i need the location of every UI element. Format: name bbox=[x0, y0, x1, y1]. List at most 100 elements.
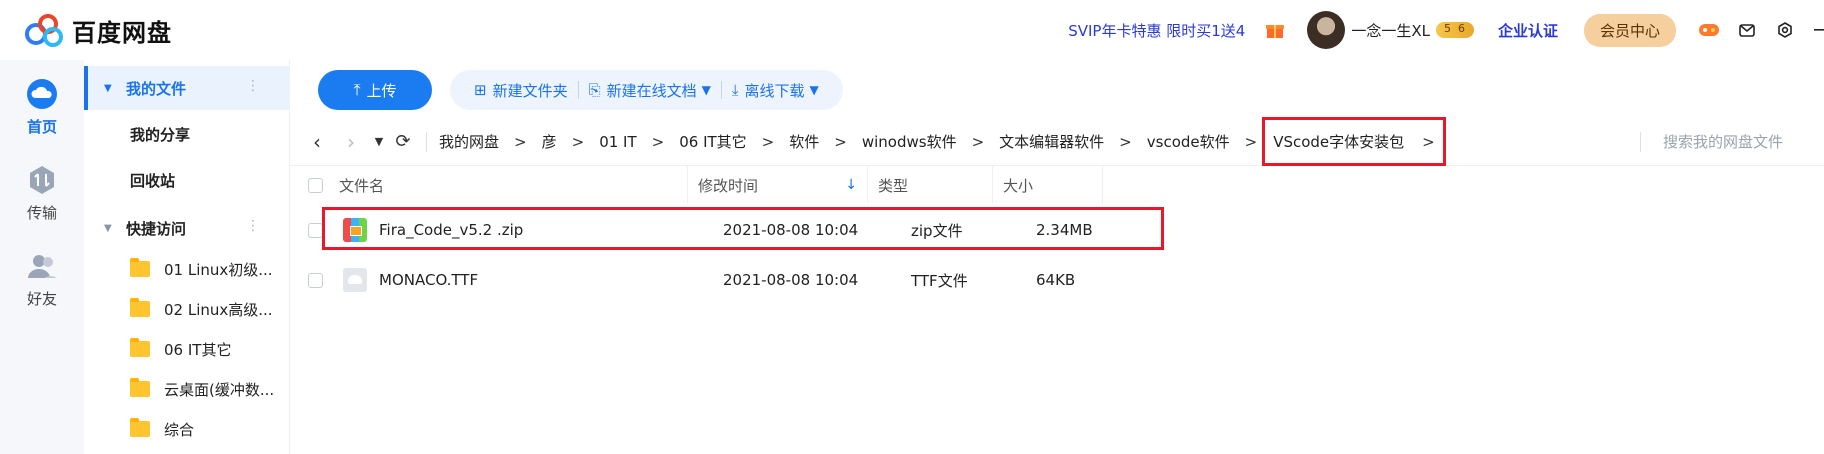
sidebar-folder[interactable]: 综合 bbox=[84, 409, 290, 449]
baidu-netdisk-logo-icon bbox=[25, 14, 63, 47]
row-checkbox[interactable] bbox=[308, 272, 323, 288]
new-online-doc-button[interactable]: ⎘ 新建在线文档 ▼ bbox=[579, 80, 721, 101]
breadcrumb-separator: > bbox=[651, 132, 665, 151]
settings-icon[interactable] bbox=[1774, 19, 1796, 41]
download-icon: ⤓ bbox=[731, 81, 739, 99]
file-name[interactable]: Fira_Code_v5.2 .zip bbox=[379, 221, 723, 239]
sidebar-folder[interactable]: 02 Linux高级... bbox=[84, 289, 290, 329]
more-icon[interactable] bbox=[1812, 19, 1824, 41]
table-row[interactable]: Fira_Code_v5.2 .zip 2021-08-08 10:04 zip… bbox=[290, 205, 1824, 255]
sidebar-item-quick-access[interactable]: ▼ 快捷访问 ⋮ bbox=[84, 206, 290, 250]
history-dropdown-icon[interactable]: ▼ bbox=[368, 135, 390, 148]
breadcrumb-item[interactable]: 文本编辑器软件 bbox=[999, 131, 1104, 152]
search-input[interactable]: 搜索我的网盘文件 bbox=[1640, 132, 1783, 152]
back-icon[interactable]: ‹ bbox=[300, 130, 334, 154]
nav-friends[interactable]: 好友 bbox=[0, 250, 84, 309]
sidebar-item-label: 回收站 bbox=[130, 171, 176, 190]
sidebar-folder[interactable]: 云桌面(缓冲数... bbox=[84, 369, 290, 409]
header-actions: SVIP年卡特惠 限时买1送4 一念一生XL 企业认证 会员中心 bbox=[1068, 0, 1824, 60]
sidebar-folder-label: 02 Linux高级... bbox=[164, 300, 273, 319]
game-icon[interactable] bbox=[1698, 19, 1720, 41]
sidebar-folder-label: 06 IT其它 bbox=[164, 340, 232, 359]
column-name-label: 文件名 bbox=[339, 176, 385, 195]
breadcrumb-separator: > bbox=[761, 132, 775, 151]
sidebar-item-recycle[interactable]: 回收站 bbox=[84, 158, 290, 202]
cloud-icon bbox=[27, 79, 57, 109]
breadcrumb-current: VScode字体安装包 bbox=[1273, 133, 1405, 151]
sidebar-item-my-share[interactable]: 我的分享 bbox=[84, 112, 290, 156]
breadcrumb-item[interactable]: 我的网盘 bbox=[439, 131, 499, 152]
breadcrumb: 我的网盘 > 彦 > 01 IT > 06 IT其它 > 软件 > winodws软件 > … bbox=[439, 117, 1446, 166]
file-table-header: 文件名 修改时间 ↓ 类型 大小 bbox=[290, 166, 1824, 204]
sidebar-item-label: 快捷访问 bbox=[126, 219, 187, 238]
app-logo[interactable]: 百度网盘 bbox=[22, 12, 172, 48]
font-file-icon bbox=[343, 268, 367, 292]
caret-down-icon[interactable]: ▼ bbox=[104, 83, 118, 94]
nav-home[interactable]: 首页 bbox=[0, 78, 84, 137]
sidebar-folder[interactable]: 01 Linux初级... bbox=[84, 249, 290, 289]
column-size[interactable]: 大小 bbox=[993, 166, 1103, 204]
sidebar-folder-label: 综合 bbox=[164, 420, 195, 439]
refresh-icon[interactable]: ⟳ bbox=[390, 131, 416, 152]
file-type: zip文件 bbox=[911, 221, 963, 240]
offline-download-label: 离线下载 bbox=[744, 81, 805, 100]
table-row[interactable]: MONACO.TTF 2021-08-08 10:04 TTF文件 64KB bbox=[290, 255, 1824, 305]
sidebar-item-label: 我的分享 bbox=[130, 125, 191, 144]
vip-level-badge bbox=[1435, 22, 1474, 38]
forward-icon[interactable]: › bbox=[334, 130, 368, 154]
avatar[interactable] bbox=[1307, 11, 1346, 49]
upload-button[interactable]: ⤒ 上传 bbox=[318, 70, 432, 110]
new-folder-button[interactable]: ⊞ 新建文件夹 bbox=[464, 80, 578, 101]
toolbar-actions: ⊞ 新建文件夹 ⎘ 新建在线文档 ▼ ⤓ 离线下载 ▼ bbox=[450, 70, 843, 110]
column-modified[interactable]: 修改时间 ↓ bbox=[688, 166, 868, 204]
sidebar-item-my-files[interactable]: ▼ 我的文件 ⋮ bbox=[84, 66, 290, 110]
column-modified-label: 修改时间 bbox=[698, 176, 759, 195]
svip-promo-link[interactable]: SVIP年卡特惠 限时买1送4 bbox=[1068, 20, 1245, 41]
sidebar-item-label: 我的文件 bbox=[126, 79, 187, 98]
file-name[interactable]: MONACO.TTF bbox=[379, 271, 723, 289]
file-size: 64KB bbox=[1036, 271, 1076, 289]
username[interactable]: 一念一生XL bbox=[1351, 20, 1430, 41]
breadcrumb-separator: > bbox=[571, 132, 585, 151]
mail-icon[interactable] bbox=[1736, 19, 1758, 41]
sort-desc-icon[interactable]: ↓ bbox=[845, 177, 857, 193]
sidebar-folder[interactable]: 06 IT其它 bbox=[84, 329, 290, 369]
column-type[interactable]: 类型 bbox=[868, 166, 993, 204]
zip-icon bbox=[343, 218, 367, 242]
select-all-checkbox[interactable] bbox=[308, 177, 323, 193]
caret-down-icon[interactable]: ▼ bbox=[104, 223, 118, 234]
breadcrumb-item[interactable]: winodws软件 bbox=[862, 131, 957, 152]
file-modified: 2021-08-08 10:04 bbox=[723, 221, 859, 239]
breadcrumb-separator: > bbox=[1119, 132, 1132, 151]
more-vertical-icon[interactable]: ⋮ bbox=[246, 218, 260, 234]
breadcrumb-separator: > bbox=[1422, 132, 1435, 151]
left-nav: 首页 传输 好友 bbox=[0, 60, 84, 454]
offline-download-button[interactable]: ⤓ 离线下载 ▼ bbox=[722, 80, 829, 101]
breadcrumb-separator: > bbox=[514, 132, 527, 151]
nav-home-label: 首页 bbox=[26, 118, 57, 136]
row-checkbox[interactable] bbox=[308, 222, 323, 238]
nav-transfer[interactable]: 传输 bbox=[0, 164, 84, 223]
breadcrumb-item[interactable]: 06 IT其它 bbox=[679, 131, 746, 152]
more-vertical-icon[interactable]: ⋮ bbox=[246, 78, 260, 94]
column-name[interactable]: 文件名 bbox=[290, 166, 688, 204]
breadcrumb-item[interactable]: 软件 bbox=[789, 131, 819, 152]
folder-icon bbox=[130, 338, 150, 357]
breadcrumb-bar: ‹ › ▼ ⟳ 我的网盘 > 彦 > 01 IT > 06 IT其它 > 软件 > win… bbox=[290, 117, 1824, 166]
upload-label: 上传 bbox=[366, 81, 397, 100]
breadcrumb-divider bbox=[426, 131, 427, 152]
new-folder-icon: ⊞ bbox=[474, 81, 487, 99]
enterprise-verify-link[interactable]: 企业认证 bbox=[1498, 20, 1558, 41]
toolbar: ⤒ 上传 ⊞ 新建文件夹 ⎘ 新建在线文档 ▼ ⤓ 离线下载 ▼ bbox=[318, 70, 843, 110]
folder-icon bbox=[130, 298, 150, 317]
breadcrumb-item[interactable]: vscode软件 bbox=[1147, 131, 1230, 152]
breadcrumb-item[interactable]: 01 IT bbox=[599, 133, 636, 151]
new-folder-label: 新建文件夹 bbox=[492, 81, 568, 100]
file-size: 2.34MB bbox=[1036, 221, 1093, 239]
breadcrumb-item[interactable]: 彦 bbox=[542, 131, 557, 152]
gift-icon[interactable] bbox=[1265, 20, 1285, 40]
new-doc-icon: ⎘ bbox=[588, 81, 601, 99]
member-center-button[interactable]: 会员中心 bbox=[1583, 13, 1676, 47]
folder-icon bbox=[130, 258, 150, 277]
nav-friends-label: 好友 bbox=[26, 290, 57, 308]
